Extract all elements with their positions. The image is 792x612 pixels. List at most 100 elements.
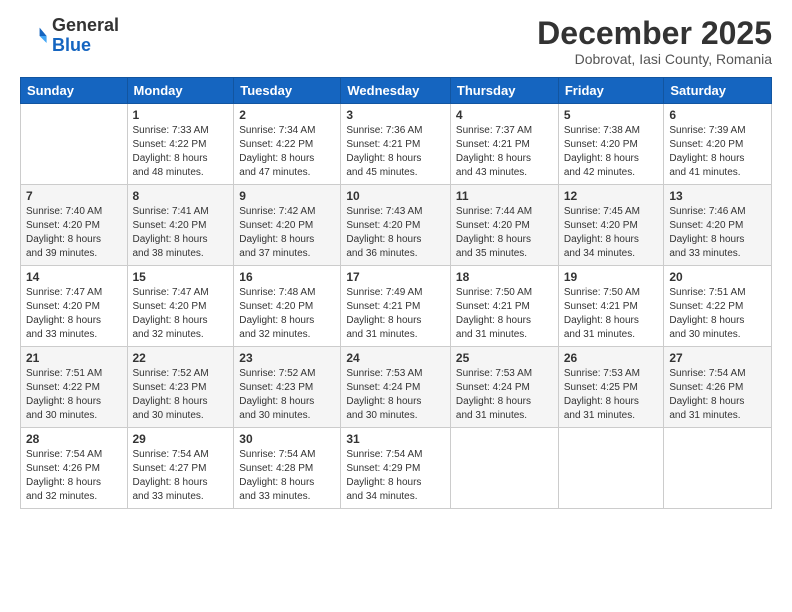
table-row: 19 Sunrise: 7:50 AM Sunset: 4:21 PM Dayli…	[558, 266, 664, 347]
table-row: 6 Sunrise: 7:39 AM Sunset: 4:20 PM Daylig…	[664, 104, 772, 185]
table-row: 18Sunrise: 7:50 AM Sunset: 4:21 PM Dayli…	[450, 266, 558, 347]
logo-blue: Blue	[52, 35, 91, 55]
location-subtitle: Dobrovat, Iasi County, Romania	[537, 51, 772, 67]
calendar-week-row: 7Sunrise: 7:40 AM Sunset: 4:20 PM Daylig…	[21, 185, 772, 266]
day-info: Sunrise: 7:34 AM Sunset: 4:22 PM Dayligh…	[239, 124, 335, 180]
calendar-week-row: 14 Sunrise: 7:47 AM Sunset: 4:20 PM Dayli…	[21, 266, 772, 347]
col-thursday: Thursday	[450, 78, 558, 104]
calendar-header-row: Sunday Monday Tuesday Wednesday Thursday…	[21, 78, 772, 104]
table-row: 16Sunrise: 7:48 AM Sunset: 4:20 PM Dayli…	[234, 266, 341, 347]
col-tuesday: Tuesday	[234, 78, 341, 104]
table-row: 4 Sunrise: 7:37 AM Sunset: 4:21 PM Daylig…	[450, 104, 558, 185]
day-info: Sunrise: 7:53 AM Sunset: 4:25 PM Dayligh…	[564, 367, 659, 423]
day-info: Sunrise: 7:33 AM Sunset: 4:22 PM Dayligh…	[133, 124, 229, 180]
day-number: 27	[669, 351, 766, 365]
col-wednesday: Wednesday	[341, 78, 451, 104]
table-row: 15 Sunrise: 7:47 AM Sunset: 4:20 PM Dayli…	[127, 266, 234, 347]
day-number: 4	[456, 108, 553, 122]
day-number: 5	[564, 108, 659, 122]
col-monday: Monday	[127, 78, 234, 104]
calendar-week-row: 28 Sunrise: 7:54 AM Sunset: 4:26 PM Dayli…	[21, 428, 772, 509]
day-info: Sunrise: 7:50 AM Sunset: 4:21 PM Dayligh…	[564, 286, 659, 342]
day-number: 29	[133, 432, 229, 446]
day-info: Sunrise: 7:44 AM Sunset: 4:20 PM Dayligh…	[456, 205, 553, 261]
day-number: 9	[239, 189, 335, 203]
day-number: 13	[669, 189, 766, 203]
day-number: 17	[346, 270, 445, 284]
day-info: Sunrise: 7:45 AM Sunset: 4:20 PM Dayligh…	[564, 205, 659, 261]
table-row	[558, 428, 664, 509]
table-row: 30 Sunrise: 7:54 AM Sunset: 4:28 PM Dayli…	[234, 428, 341, 509]
day-number: 14	[26, 270, 122, 284]
day-number: 30	[239, 432, 335, 446]
table-row: 23 Sunrise: 7:52 AM Sunset: 4:23 PM Dayli…	[234, 347, 341, 428]
day-info: Sunrise: 7:54 AM Sunset: 4:27 PM Dayligh…	[133, 448, 229, 504]
page: General Blue December 2025 Dobrovat, Ias…	[0, 0, 792, 612]
day-info: Sunrise: 7:38 AM Sunset: 4:20 PM Dayligh…	[564, 124, 659, 180]
table-row: 17 Sunrise: 7:49 AM Sunset: 4:21 PM Dayli…	[341, 266, 451, 347]
day-info: Sunrise: 7:36 AM Sunset: 4:21 PM Dayligh…	[346, 124, 445, 180]
table-row: 12Sunrise: 7:45 AM Sunset: 4:20 PM Dayli…	[558, 185, 664, 266]
day-info: Sunrise: 7:52 AM Sunset: 4:23 PM Dayligh…	[239, 367, 335, 423]
table-row: 8Sunrise: 7:41 AM Sunset: 4:20 PM Daylig…	[127, 185, 234, 266]
logo-text: General Blue	[52, 16, 119, 56]
table-row: 10 Sunrise: 7:43 AM Sunset: 4:20 PM Dayli…	[341, 185, 451, 266]
day-info: Sunrise: 7:51 AM Sunset: 4:22 PM Dayligh…	[669, 286, 766, 342]
table-row: 1Sunrise: 7:33 AM Sunset: 4:22 PM Daylig…	[127, 104, 234, 185]
day-info: Sunrise: 7:46 AM Sunset: 4:20 PM Dayligh…	[669, 205, 766, 261]
header: General Blue December 2025 Dobrovat, Ias…	[20, 16, 772, 67]
day-info: Sunrise: 7:49 AM Sunset: 4:21 PM Dayligh…	[346, 286, 445, 342]
day-info: Sunrise: 7:54 AM Sunset: 4:28 PM Dayligh…	[239, 448, 335, 504]
day-number: 18	[456, 270, 553, 284]
day-info: Sunrise: 7:47 AM Sunset: 4:20 PM Dayligh…	[26, 286, 122, 342]
table-row: 20Sunrise: 7:51 AM Sunset: 4:22 PM Dayli…	[664, 266, 772, 347]
table-row: 21 Sunrise: 7:51 AM Sunset: 4:22 PM Dayli…	[21, 347, 128, 428]
table-row: 5 Sunrise: 7:38 AM Sunset: 4:20 PM Daylig…	[558, 104, 664, 185]
calendar-week-row: 21 Sunrise: 7:51 AM Sunset: 4:22 PM Dayli…	[21, 347, 772, 428]
day-info: Sunrise: 7:54 AM Sunset: 4:29 PM Dayligh…	[346, 448, 445, 504]
day-number: 28	[26, 432, 122, 446]
table-row: 29 Sunrise: 7:54 AM Sunset: 4:27 PM Dayli…	[127, 428, 234, 509]
table-row: 25Sunrise: 7:53 AM Sunset: 4:24 PM Dayli…	[450, 347, 558, 428]
day-info: Sunrise: 7:43 AM Sunset: 4:20 PM Dayligh…	[346, 205, 445, 261]
day-number: 31	[346, 432, 445, 446]
table-row: 11 Sunrise: 7:44 AM Sunset: 4:20 PM Dayli…	[450, 185, 558, 266]
logo: General Blue	[20, 16, 119, 56]
day-number: 21	[26, 351, 122, 365]
day-number: 22	[133, 351, 229, 365]
table-row: 24 Sunrise: 7:53 AM Sunset: 4:24 PM Dayli…	[341, 347, 451, 428]
day-info: Sunrise: 7:42 AM Sunset: 4:20 PM Dayligh…	[239, 205, 335, 261]
day-number: 6	[669, 108, 766, 122]
day-info: Sunrise: 7:54 AM Sunset: 4:26 PM Dayligh…	[669, 367, 766, 423]
day-info: Sunrise: 7:52 AM Sunset: 4:23 PM Dayligh…	[133, 367, 229, 423]
day-number: 26	[564, 351, 659, 365]
day-number: 24	[346, 351, 445, 365]
table-row: 7Sunrise: 7:40 AM Sunset: 4:20 PM Daylig…	[21, 185, 128, 266]
day-number: 2	[239, 108, 335, 122]
table-row: 26 Sunrise: 7:53 AM Sunset: 4:25 PM Dayli…	[558, 347, 664, 428]
day-info: Sunrise: 7:39 AM Sunset: 4:20 PM Dayligh…	[669, 124, 766, 180]
day-number: 16	[239, 270, 335, 284]
day-info: Sunrise: 7:37 AM Sunset: 4:21 PM Dayligh…	[456, 124, 553, 180]
day-number: 11	[456, 189, 553, 203]
col-sunday: Sunday	[21, 78, 128, 104]
col-saturday: Saturday	[664, 78, 772, 104]
day-number: 23	[239, 351, 335, 365]
logo-icon	[20, 22, 48, 50]
day-number: 10	[346, 189, 445, 203]
day-info: Sunrise: 7:47 AM Sunset: 4:20 PM Dayligh…	[133, 286, 229, 342]
table-row: 13 Sunrise: 7:46 AM Sunset: 4:20 PM Dayli…	[664, 185, 772, 266]
day-info: Sunrise: 7:53 AM Sunset: 4:24 PM Dayligh…	[346, 367, 445, 423]
day-info: Sunrise: 7:51 AM Sunset: 4:22 PM Dayligh…	[26, 367, 122, 423]
day-number: 3	[346, 108, 445, 122]
day-number: 19	[564, 270, 659, 284]
day-info: Sunrise: 7:54 AM Sunset: 4:26 PM Dayligh…	[26, 448, 122, 504]
table-row	[450, 428, 558, 509]
table-row: 3 Sunrise: 7:36 AM Sunset: 4:21 PM Daylig…	[341, 104, 451, 185]
table-row: 22 Sunrise: 7:52 AM Sunset: 4:23 PM Dayli…	[127, 347, 234, 428]
table-row: 28 Sunrise: 7:54 AM Sunset: 4:26 PM Dayli…	[21, 428, 128, 509]
day-number: 15	[133, 270, 229, 284]
calendar-week-row: 1Sunrise: 7:33 AM Sunset: 4:22 PM Daylig…	[21, 104, 772, 185]
table-row: 31 Sunrise: 7:54 AM Sunset: 4:29 PM Dayli…	[341, 428, 451, 509]
month-title: December 2025	[537, 16, 772, 51]
